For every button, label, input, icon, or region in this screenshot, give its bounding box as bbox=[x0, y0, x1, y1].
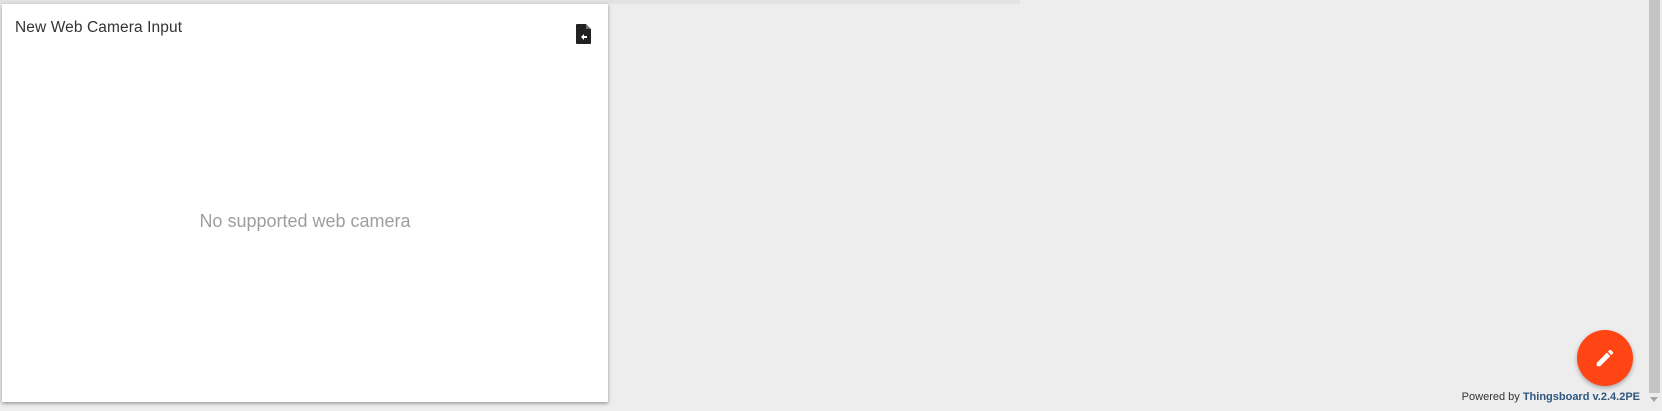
powered-by-footer: Powered by Thingsboard v.2.4.2PE bbox=[1462, 391, 1640, 403]
edit-pencil-icon bbox=[1596, 349, 1614, 367]
widget-title: New Web Camera Input bbox=[15, 19, 183, 36]
vertical-scrollbar-thumb[interactable] bbox=[1649, 0, 1660, 393]
footer-prefix: Powered by bbox=[1461, 391, 1520, 403]
scroll-down-arrow-icon[interactable] bbox=[1650, 397, 1658, 402]
edit-dashboard-button[interactable] bbox=[1577, 330, 1633, 386]
no-camera-message: No supported web camera bbox=[199, 211, 411, 231]
dashboard-canvas: New Web Camera Input No supported web ca… bbox=[0, 0, 1662, 411]
web-camera-widget: New Web Camera Input No supported web ca… bbox=[2, 4, 608, 402]
file-export-icon[interactable] bbox=[574, 23, 594, 45]
thingsboard-version-link[interactable]: Thingsboard v.2.4.2PE bbox=[1523, 391, 1640, 403]
